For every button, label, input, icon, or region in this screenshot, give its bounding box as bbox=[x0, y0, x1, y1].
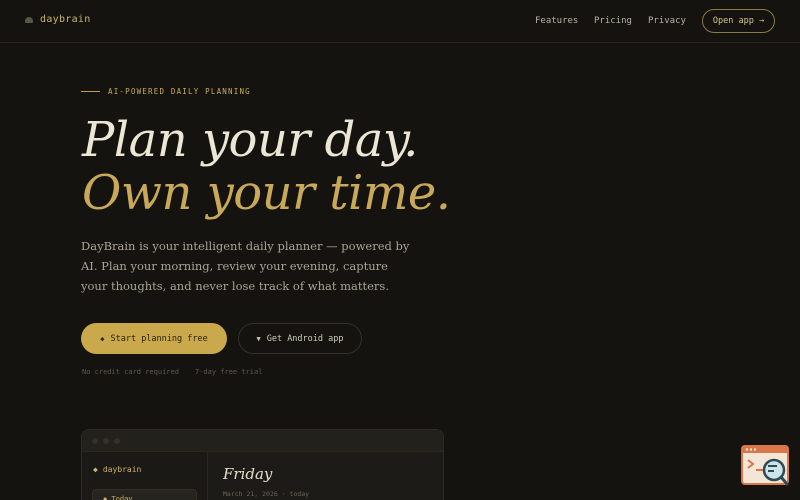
get-android-app-button[interactable]: ▼ Get Android app bbox=[238, 323, 362, 354]
preview-brand: ◆ daybrain bbox=[93, 465, 141, 474]
window-dot-icon bbox=[114, 438, 120, 444]
note-free-trial: 7-day free trial bbox=[195, 368, 263, 376]
window-dot-icon bbox=[103, 438, 109, 444]
preview-brand-name: daybrain bbox=[102, 465, 142, 474]
preview-window-bar bbox=[82, 430, 443, 452]
hero-title-line-1: Plan your day. bbox=[82, 112, 418, 168]
window-dot-icon bbox=[92, 438, 98, 444]
app-preview: ◆ daybrain ◆ Today Friday March 21, 2026… bbox=[81, 429, 444, 500]
browser-search-icon[interactable] bbox=[741, 444, 791, 488]
eyebrow-text: AI-POWERED DAILY PLANNING bbox=[108, 87, 251, 96]
nav-link-privacy[interactable]: Privacy bbox=[648, 16, 686, 26]
eyebrow-line bbox=[81, 91, 100, 92]
start-planning-button[interactable]: ◆ Start planning free bbox=[81, 323, 227, 354]
preview-date: March 21, 2026 · today bbox=[223, 490, 310, 498]
nav-link-pricing[interactable]: Pricing bbox=[594, 16, 632, 26]
note-no-credit-card: No credit card required bbox=[82, 368, 179, 376]
eyebrow: AI-POWERED DAILY PLANNING bbox=[81, 87, 251, 96]
brand-name: daybrain bbox=[40, 14, 91, 25]
download-arrow-icon: ▼ bbox=[256, 334, 261, 343]
brand-logo[interactable]: daybrain bbox=[25, 14, 91, 25]
get-android-app-label: Get Android app bbox=[266, 333, 344, 344]
start-planning-label: Start planning free bbox=[110, 333, 208, 344]
nav-link-features[interactable]: Features bbox=[535, 16, 578, 26]
open-app-button[interactable]: Open app → bbox=[702, 9, 775, 33]
cloud-icon bbox=[25, 16, 33, 23]
top-nav: daybrain Features Pricing Privacy Open a… bbox=[0, 0, 800, 43]
diamond-icon: ◆ bbox=[100, 334, 105, 343]
hero-title-line-2: Own your time. bbox=[82, 165, 451, 221]
diamond-icon: ◆ bbox=[93, 465, 98, 474]
preview-sidebar-item-today: ◆ Today bbox=[92, 489, 197, 500]
preview-sidebar: ◆ daybrain ◆ Today bbox=[82, 452, 208, 500]
preview-day-title: Friday bbox=[223, 465, 273, 483]
hero-description: DayBrain is your intelligent daily plann… bbox=[81, 239, 410, 293]
